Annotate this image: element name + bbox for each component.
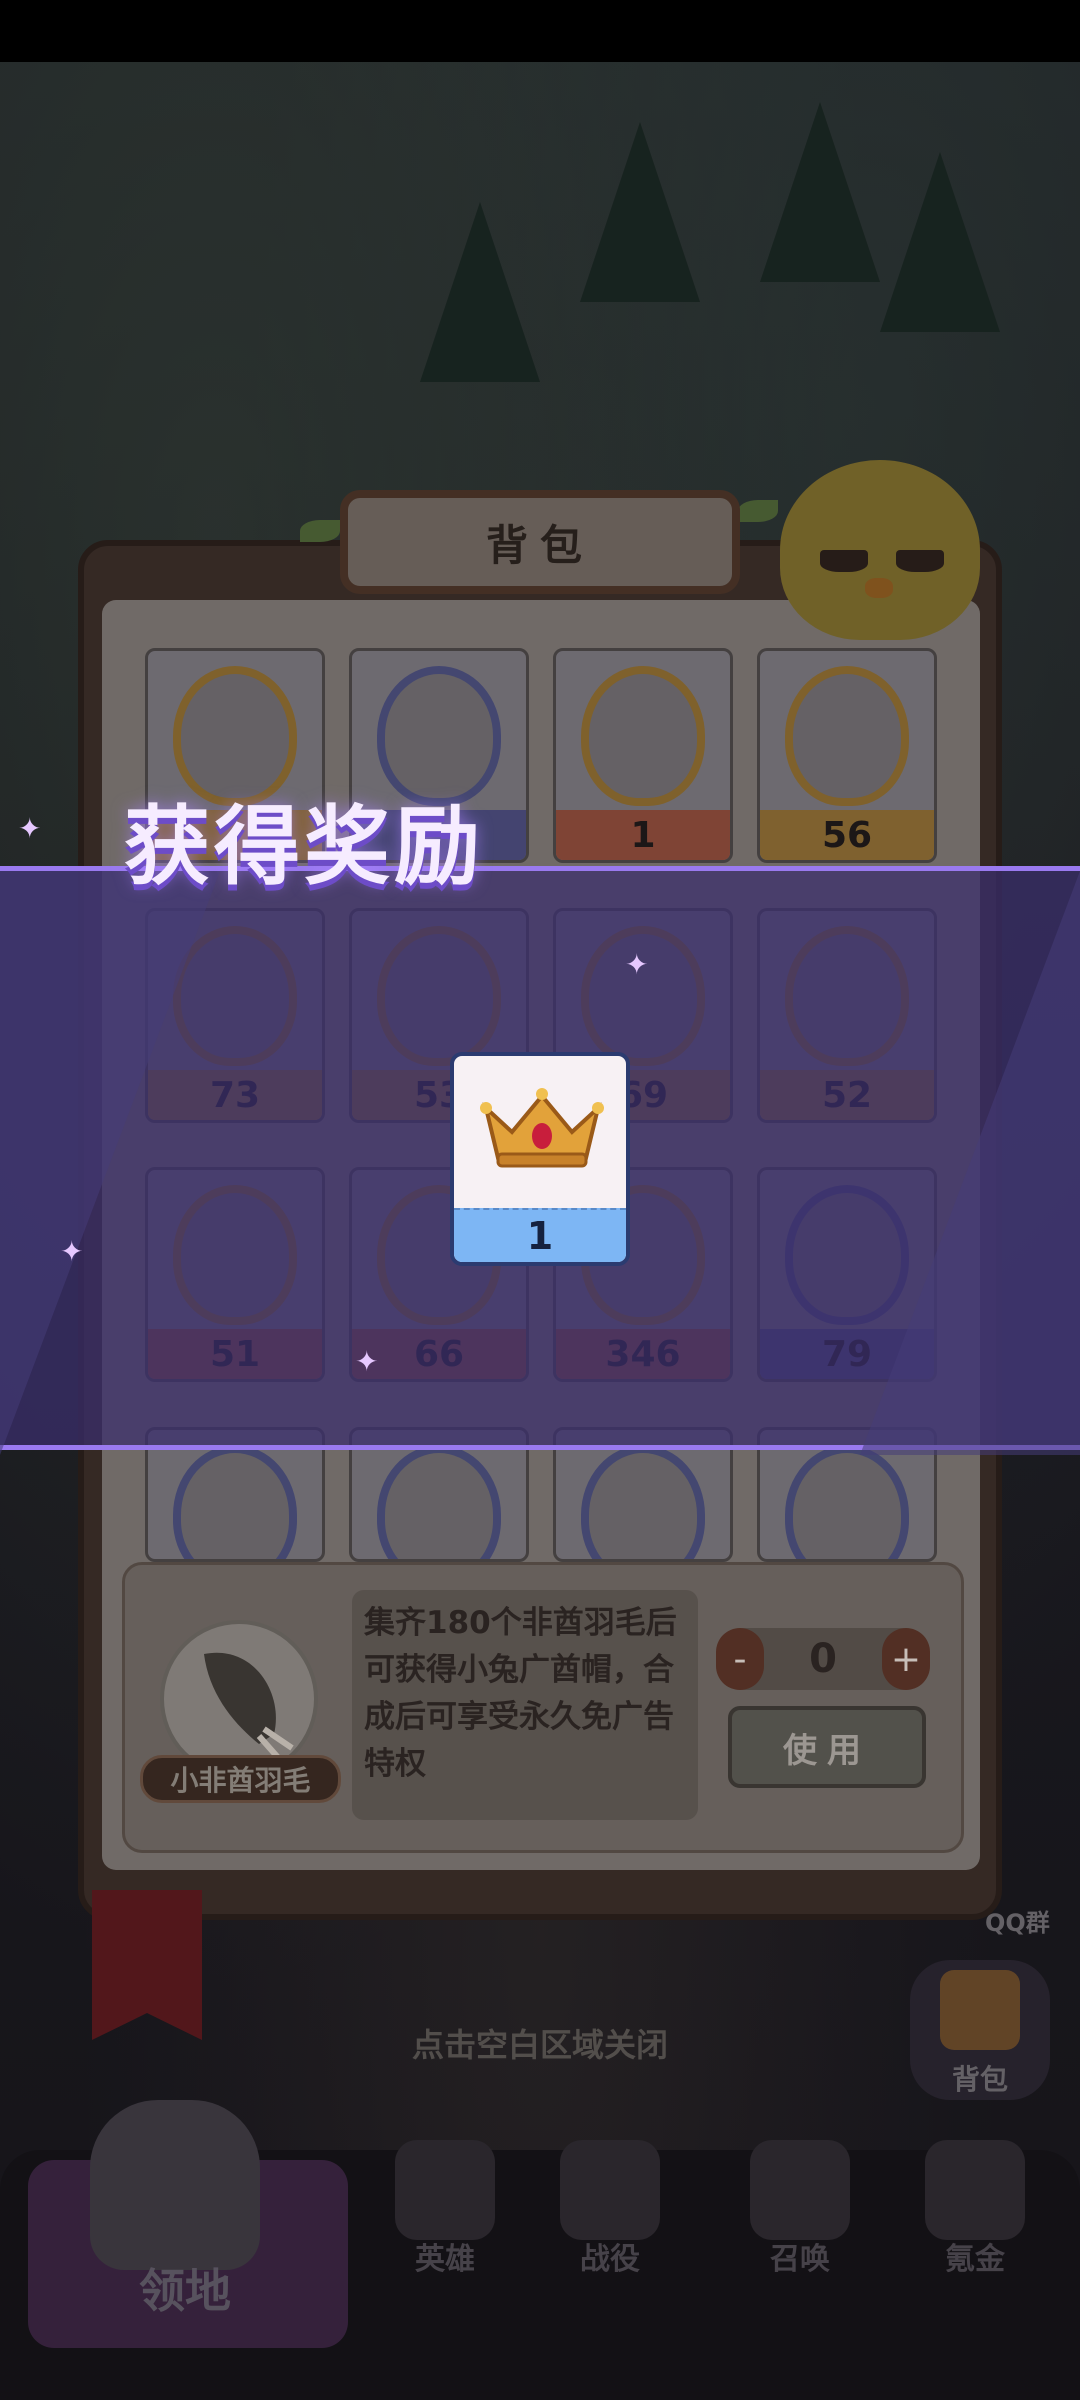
sparkle-icon: ✦: [625, 948, 649, 981]
reward-item-card: 1: [450, 1052, 630, 1266]
sparkle-icon: ✦: [355, 1345, 379, 1378]
crown-icon: [480, 1088, 604, 1168]
reward-item-count: 1: [454, 1208, 626, 1262]
sparkle-icon: ✦: [60, 1235, 84, 1268]
sparkle-icon: ✦: [18, 812, 42, 845]
reward-title: 获得奖励: [124, 797, 484, 897]
